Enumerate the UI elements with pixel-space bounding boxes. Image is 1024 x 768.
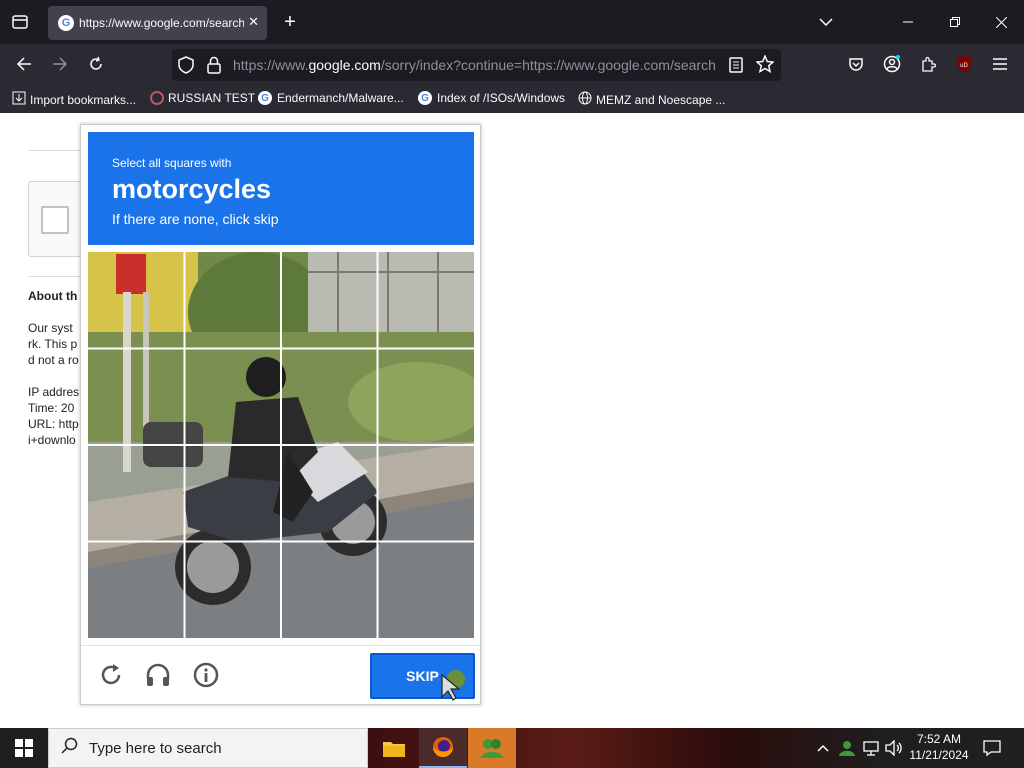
audio-challenge-icon[interactable] [143,660,173,690]
captcha-tile[interactable] [185,252,282,349]
start-button[interactable] [0,728,48,768]
bookmark-label: Index of /ISOs/Windows [437,91,566,105]
bookmark-star-icon[interactable] [755,54,775,76]
shield-icon[interactable] [178,56,194,77]
search-icon [61,737,79,759]
captcha-tile[interactable] [378,349,475,446]
recaptcha-checkbox[interactable] [41,206,69,234]
captcha-footer: SKIP [81,645,480,705]
captcha-target: motorcycles [112,174,272,204]
ublock-icon[interactable]: uD [954,54,974,74]
info-line: URL: http [28,417,79,431]
restore-button[interactable] [945,12,965,32]
captcha-image-grid [88,252,474,638]
bookmark-item[interactable]: MEMZ and Noescape ... [578,91,725,108]
extensions-icon[interactable] [918,54,938,74]
captcha-challenge: Select all squares with motorcycles If t… [80,124,481,705]
google-favicon-icon: G [58,15,74,31]
svg-text:uD: uD [960,63,968,69]
paragraph-line: d not a ro [28,353,79,367]
lock-icon[interactable] [207,56,221,77]
back-arrow-icon[interactable] [14,54,34,74]
new-tab-button[interactable]: + [280,11,300,33]
globe-icon [578,91,592,108]
tab-title: https://www.google.com/search [79,16,244,30]
cursor-icon [440,667,468,701]
bookmark-label: MEMZ and Noescape ... [596,92,726,107]
close-tab-icon[interactable]: ✕ [248,14,259,30]
captcha-tile[interactable] [88,349,185,446]
tab-list-icon[interactable] [8,12,32,32]
captcha-tile[interactable] [281,349,378,446]
captcha-tile[interactable] [378,252,475,349]
divider [28,150,88,151]
info-line: i+downlo [28,433,76,447]
reload-icon[interactable] [86,54,106,74]
info-icon[interactable] [191,660,221,690]
import-icon [12,91,26,108]
captcha-instruction: Select all squares with [112,156,232,170]
bookmark-label: Import bookmarks... [30,92,137,107]
captcha-tile[interactable] [281,542,378,639]
url-text[interactable]: https://www.google.com/sorry/index?conti… [233,57,717,73]
google-favicon-icon: G [258,91,272,105]
bookmark-label: RUSSIAN TEST [168,91,256,105]
notifications-icon[interactable] [981,738,1003,758]
reader-view-icon[interactable] [729,57,743,76]
captcha-tile[interactable] [281,252,378,349]
tab-bar: G https://www.google.com/search ✕ + [0,0,1024,44]
captcha-tile[interactable] [185,542,282,639]
volume-icon[interactable] [884,738,904,758]
tray-app-icon[interactable] [837,738,857,758]
divider [28,276,88,277]
active-tab[interactable]: G https://www.google.com/search ✕ [48,6,267,40]
taskbar-search[interactable]: Type here to search [48,728,368,768]
bookmark-item[interactable]: RUSSIAN TEST [150,91,255,105]
captcha-tile[interactable] [88,445,185,542]
recaptcha-widget [28,181,88,257]
account-icon[interactable] [882,54,902,74]
file-explorer-icon[interactable] [370,728,418,768]
close-window-button[interactable] [991,12,1011,32]
taskbar-clock[interactable]: 7:52 AM 11/21/2024 [905,731,973,763]
paragraph-line: Our syst [28,321,73,335]
bookmark-item[interactable]: G Endermanch/Malware... [258,91,404,105]
bookmark-favicon-icon [150,91,164,105]
taskbar: Type here to search 7:52 AM 11/21/2024 [0,728,1024,768]
about-heading: About th [28,289,78,303]
reload-challenge-icon[interactable] [96,660,126,690]
firefox-icon[interactable] [419,728,467,768]
network-icon[interactable] [861,738,881,758]
captcha-tile[interactable] [378,445,475,542]
app-icon[interactable] [468,728,516,768]
list-all-tabs-icon[interactable] [816,12,836,32]
captcha-header: Select all squares with motorcycles If t… [88,132,474,245]
captcha-tile[interactable] [378,542,475,639]
forward-arrow-icon[interactable] [50,54,70,74]
bookmark-label: Endermanch/Malware... [277,91,404,105]
captcha-tile[interactable] [185,445,282,542]
captcha-tile[interactable] [88,252,185,349]
bookmarks-toolbar: Import bookmarks... RUSSIAN TEST G Ender… [0,86,1024,113]
nav-bar: https://www.google.com/sorry/index?conti… [0,44,1024,86]
paragraph-line: rk. This p [28,337,78,351]
menu-icon[interactable] [990,54,1010,74]
clock-date: 11/21/2024 [909,748,969,762]
captcha-tile[interactable] [185,349,282,446]
bookmark-item[interactable]: G Index of /ISOs/Windows [418,91,565,105]
search-placeholder: Type here to search [89,739,222,757]
clock-time: 7:52 AM [916,732,962,746]
minimize-button[interactable] [898,12,918,32]
show-hidden-icons[interactable] [815,738,831,758]
captcha-hint: If there are none, click skip [112,211,279,227]
pocket-icon[interactable] [846,54,866,74]
google-favicon-icon: G [418,91,432,105]
skip-label: SKIP [406,668,439,684]
info-line: IP addres [28,385,80,399]
captcha-tile[interactable] [281,445,378,542]
address-bar[interactable]: https://www.google.com/sorry/index?conti… [172,49,781,81]
info-line: Time: 20 [28,401,75,415]
captcha-tile[interactable] [88,542,185,639]
bookmark-item[interactable]: Import bookmarks... [12,91,136,108]
